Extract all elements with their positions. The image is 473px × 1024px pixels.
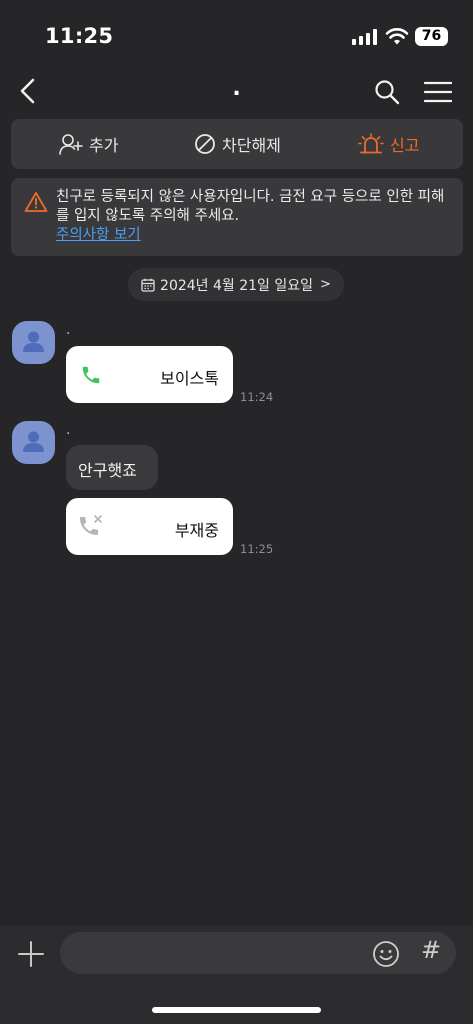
unblock-label: 차단해제 xyxy=(222,136,281,155)
missed-call-icon xyxy=(80,515,102,535)
add-friend-button[interactable]: 추가 xyxy=(59,119,118,169)
message-time: 11:24 xyxy=(240,390,274,404)
chat-title: . xyxy=(232,76,241,101)
date-chip[interactable]: 2024년 4월 21일 일요일 > xyxy=(128,268,344,301)
siren-icon xyxy=(358,133,384,154)
emoji-icon[interactable] xyxy=(372,940,400,968)
missed-call-bubble[interactable]: 부재중 xyxy=(66,498,233,555)
battery-indicator: 76 xyxy=(415,27,448,46)
warning-text: 친구로 등록되지 않은 사용자입니다. 금전 요구 등으로 인한 피해를 입지 … xyxy=(56,189,445,224)
missed-call-label: 부재중 xyxy=(174,521,219,540)
chevron-right-icon: > xyxy=(320,277,331,292)
sender-name: . xyxy=(66,322,71,338)
avatar[interactable] xyxy=(12,321,55,364)
person-placeholder-icon xyxy=(23,331,44,352)
add-person-icon xyxy=(59,134,83,155)
message-time: 11:25 xyxy=(240,542,274,556)
call-label: 보이스톡 xyxy=(160,369,219,388)
stranger-action-bar: 추가 차단해제 신고 xyxy=(11,119,463,169)
menu-icon[interactable] xyxy=(424,80,452,104)
warning-triangle-icon xyxy=(24,192,48,212)
precautions-link[interactable]: 주의사항 보기 xyxy=(56,226,454,245)
avatar[interactable] xyxy=(12,421,55,464)
add-friend-label: 추가 xyxy=(89,136,119,155)
voicetalk-call-bubble[interactable]: 보이스톡 xyxy=(66,346,233,403)
unblock-button[interactable]: 차단해제 xyxy=(194,119,281,169)
block-icon xyxy=(195,134,215,154)
report-label: 신고 xyxy=(390,136,420,155)
person-placeholder-icon xyxy=(23,431,44,452)
report-button[interactable]: 신고 xyxy=(358,119,419,169)
search-icon[interactable] xyxy=(374,79,400,105)
plus-icon[interactable] xyxy=(18,941,44,967)
home-indicator[interactable] xyxy=(152,1007,321,1013)
phone-icon xyxy=(82,366,100,384)
calendar-icon xyxy=(141,278,155,292)
hashtag-search-icon[interactable]: # xyxy=(421,936,441,964)
message-text: 안구햇죠 xyxy=(78,461,137,480)
cellular-signal-icon xyxy=(352,29,378,45)
wifi-icon xyxy=(385,28,409,45)
text-message-bubble[interactable]: 안구햇죠 xyxy=(66,445,158,490)
date-label: 2024년 4월 21일 일요일 xyxy=(160,277,314,294)
status-time: 11:25 xyxy=(45,24,114,48)
sender-name: . xyxy=(66,422,71,438)
warning-notice: 친구로 등록되지 않은 사용자입니다. 금전 요구 등으로 인한 피해를 입지 … xyxy=(11,178,463,256)
